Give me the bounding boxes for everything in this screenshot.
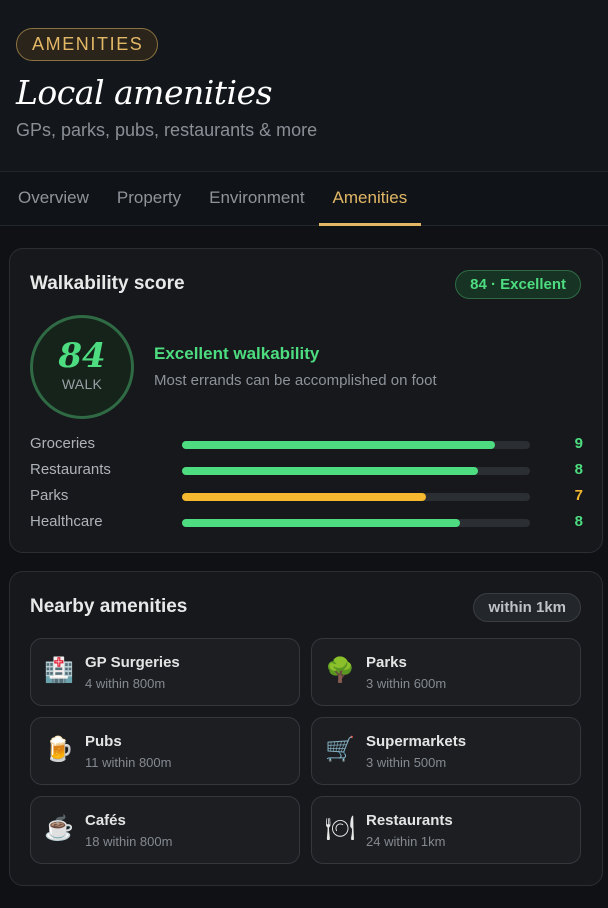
nearby-title: Nearby amenities — [30, 596, 188, 617]
walkability-description: Most errands can be accomplished on foot — [154, 372, 437, 389]
metric-parks: Parks 7 — [30, 487, 583, 507]
metric-fill — [182, 467, 478, 475]
amenity-pubs[interactable]: 🍺 Pubs 11 within 800m — [30, 717, 300, 785]
metric-track — [182, 441, 530, 449]
metric-value: 7 — [574, 487, 583, 504]
amenity-parks[interactable]: 🌳 Parks 3 within 600m — [311, 638, 581, 706]
page-title: Local amenities — [16, 73, 273, 112]
walk-score-label: WALK — [61, 376, 103, 392]
page-subtitle: GPs, parks, pubs, restaurants & more — [16, 120, 318, 140]
amenity-detail: 11 within 800m — [85, 755, 172, 770]
amenity-cafes[interactable]: ☕ Cafés 18 within 800m — [30, 796, 300, 864]
metric-value: 9 — [574, 435, 583, 452]
walkability-badge: 84 · Excellent — [455, 270, 581, 299]
page-header: AMENITIES Local amenities GPs, parks, pu… — [0, 0, 608, 172]
amenity-gp-surgeries[interactable]: 🏥 GP Surgeries 4 within 800m — [30, 638, 300, 706]
amenity-supermarkets[interactable]: 🛒 Supermarkets 3 within 500m — [311, 717, 581, 785]
metric-value: 8 — [574, 513, 583, 530]
walkability-card: Walkability score 84 · Excellent 84 WALK… — [9, 248, 603, 553]
beer-icon: 🍺 — [44, 736, 74, 763]
radius-badge: within 1km — [473, 593, 581, 622]
section-badge: AMENITIES — [16, 28, 159, 61]
nearby-amenities-card: Nearby amenities within 1km 🏥 GP Surgeri… — [9, 571, 603, 886]
amenity-name: Restaurants — [366, 812, 453, 829]
metric-groceries: Groceries 9 — [30, 435, 583, 455]
metric-value: 8 — [574, 461, 583, 478]
tab-overview[interactable]: Overview — [4, 172, 103, 225]
amenity-detail: 3 within 600m — [366, 676, 447, 691]
amenity-restaurants[interactable]: 🍽 Restaurants 24 within 1km — [311, 796, 581, 864]
metric-label: Healthcare — [30, 513, 103, 530]
metric-track — [182, 519, 530, 527]
metric-fill — [182, 519, 461, 527]
amenity-detail: 18 within 800m — [85, 834, 173, 849]
walkability-heading: Excellent walkability — [154, 344, 320, 363]
metric-track — [182, 467, 530, 475]
amenity-name: Supermarkets — [366, 733, 467, 750]
metric-track — [182, 493, 530, 501]
walkability-title: Walkability score — [30, 273, 185, 294]
metric-label: Restaurants — [30, 461, 111, 478]
amenity-detail: 24 within 1km — [366, 834, 446, 849]
tab-bar: Overview Property Environment Amenities — [0, 172, 608, 226]
shopping-cart-icon: 🛒 — [325, 736, 355, 763]
tree-icon: 🌳 — [325, 657, 355, 684]
tab-amenities[interactable]: Amenities — [318, 172, 422, 226]
amenity-detail: 3 within 500m — [366, 755, 447, 770]
plate-icon: 🍽 — [325, 815, 356, 842]
tab-environment[interactable]: Environment — [195, 172, 318, 225]
metric-fill — [182, 493, 426, 501]
amenity-detail: 4 within 800m — [85, 676, 166, 691]
tab-property[interactable]: Property — [103, 172, 195, 225]
amenity-name: GP Surgeries — [85, 654, 180, 671]
metric-fill — [182, 441, 496, 449]
amenity-name: Pubs — [85, 733, 122, 750]
coffee-icon: ☕ — [44, 815, 74, 842]
hospital-icon: 🏥 — [44, 657, 74, 684]
metric-label: Groceries — [30, 435, 96, 452]
walk-score-ring: 84 WALK — [30, 315, 134, 419]
walk-score-value: 84 — [58, 336, 106, 376]
metric-healthcare: Healthcare 8 — [30, 513, 583, 533]
metric-restaurants: Restaurants 8 — [30, 461, 583, 481]
amenity-name: Cafés — [85, 812, 126, 829]
metric-label: Parks — [30, 487, 69, 504]
amenity-name: Parks — [366, 654, 407, 671]
